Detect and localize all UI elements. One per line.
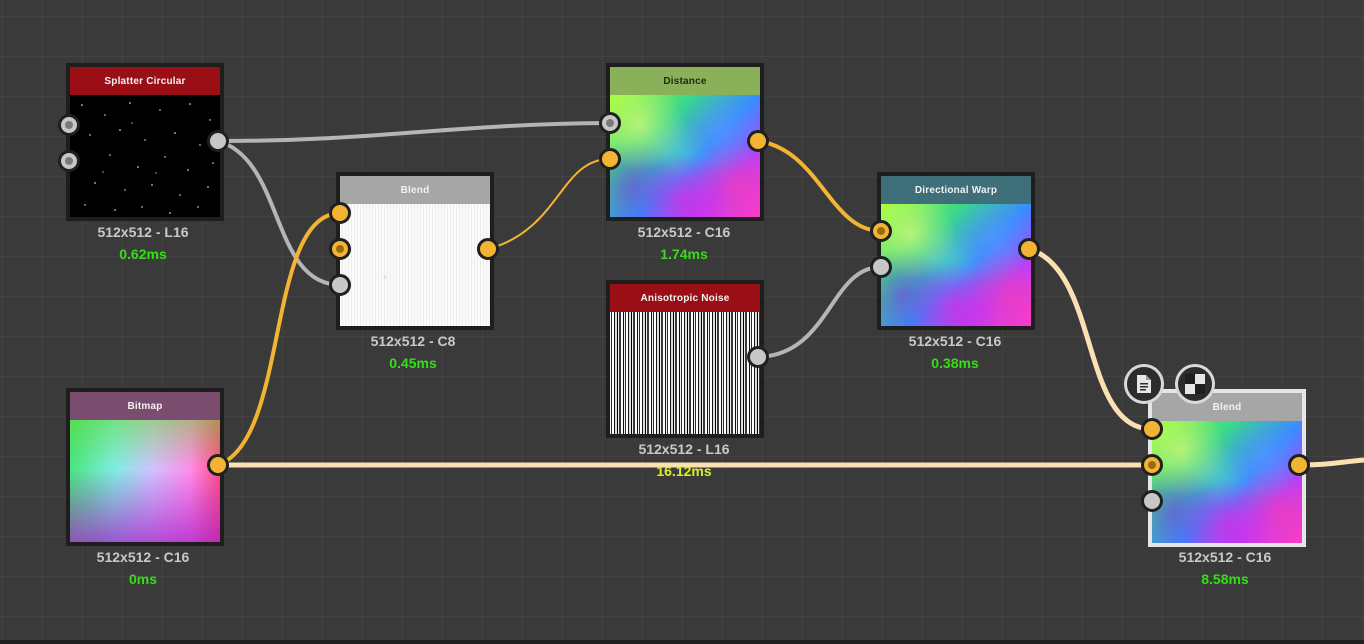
distance-input-source[interactable] bbox=[599, 148, 621, 170]
node-time: 0.45ms bbox=[389, 355, 437, 371]
node-blend-2[interactable]: Blend bbox=[1148, 389, 1306, 547]
node-thumbnail bbox=[610, 95, 760, 217]
node-distance[interactable]: Distance bbox=[606, 63, 764, 221]
noise-output-port[interactable] bbox=[747, 346, 769, 368]
wire-splatter-to-distance[interactable] bbox=[217, 121, 611, 143]
node-time: 8.58ms bbox=[1201, 571, 1249, 587]
node-thumbnail bbox=[610, 312, 760, 434]
graph-bottom-border bbox=[0, 640, 1364, 644]
node-directional-warp[interactable]: Directional Warp bbox=[877, 172, 1035, 330]
blend2-input-mask[interactable] bbox=[1141, 490, 1163, 512]
blend1-output-port[interactable] bbox=[477, 238, 499, 260]
node-resolution: 512x512 - C16 bbox=[637, 224, 731, 240]
node-title: Distance bbox=[610, 67, 760, 95]
checkerboard-icon[interactable] bbox=[1175, 364, 1215, 404]
bitmap-output-port[interactable] bbox=[207, 454, 229, 476]
node-resolution: 512x512 - C16 bbox=[1178, 549, 1272, 565]
document-icon[interactable] bbox=[1124, 364, 1164, 404]
splatter-preview bbox=[77, 102, 214, 214]
node-bitmap[interactable]: Bitmap bbox=[66, 388, 224, 546]
node-splatter-circular[interactable]: Splatter Circular bbox=[66, 63, 224, 221]
node-time: 0.62ms bbox=[119, 246, 167, 262]
node-thumbnail bbox=[70, 420, 220, 542]
blend2-output-port[interactable] bbox=[1288, 454, 1310, 476]
document-glyph bbox=[1137, 375, 1151, 393]
node-title: Blend bbox=[340, 176, 490, 204]
node-time: 0.38ms bbox=[931, 355, 979, 371]
node-resolution: 512x512 - C16 bbox=[908, 333, 1002, 349]
splatter-input-port-1[interactable] bbox=[58, 114, 80, 136]
node-title: Blend bbox=[1152, 393, 1302, 421]
node-resolution: 512x512 - L16 bbox=[97, 224, 189, 240]
node-title: Bitmap bbox=[70, 392, 220, 420]
node-thumbnail bbox=[340, 204, 490, 326]
node-title: Directional Warp bbox=[881, 176, 1031, 204]
node-thumbnail bbox=[1152, 421, 1302, 543]
node-resolution: 512x512 - C16 bbox=[96, 549, 190, 565]
node-blend-1[interactable]: Blend bbox=[336, 172, 494, 330]
node-resolution: 512x512 - L16 bbox=[638, 441, 730, 457]
blend1-input-background[interactable] bbox=[329, 238, 351, 260]
wire-distance-to-warp[interactable] bbox=[757, 139, 882, 233]
warp-input-source[interactable] bbox=[870, 220, 892, 242]
node-time: 0ms bbox=[128, 571, 158, 587]
warp-output-port[interactable] bbox=[1018, 238, 1040, 260]
blend2-input-background[interactable] bbox=[1141, 454, 1163, 476]
distance-input-mask[interactable] bbox=[599, 112, 621, 134]
node-resolution: 512x512 - C8 bbox=[370, 333, 456, 349]
splatter-output-port[interactable] bbox=[207, 130, 229, 152]
blend1-input-mask[interactable] bbox=[329, 274, 351, 296]
distance-output-port[interactable] bbox=[747, 130, 769, 152]
node-title: Anisotropic Noise bbox=[610, 284, 760, 312]
node-thumbnail bbox=[70, 95, 220, 217]
warp-input-intensity[interactable] bbox=[870, 256, 892, 278]
node-anisotropic-noise[interactable]: Anisotropic Noise bbox=[606, 280, 764, 438]
wire-splatter-to-blend[interactable] bbox=[217, 139, 342, 287]
node-time: 1.74ms bbox=[660, 246, 708, 262]
node-time: 16.12ms bbox=[656, 463, 712, 479]
blend1-input-foreground[interactable] bbox=[329, 202, 351, 224]
node-title: Splatter Circular bbox=[70, 67, 220, 95]
blend2-input-foreground[interactable] bbox=[1141, 418, 1163, 440]
checkerboard-glyph bbox=[1185, 374, 1205, 394]
splatter-input-port-2[interactable] bbox=[58, 150, 80, 172]
node-thumbnail bbox=[881, 204, 1031, 326]
